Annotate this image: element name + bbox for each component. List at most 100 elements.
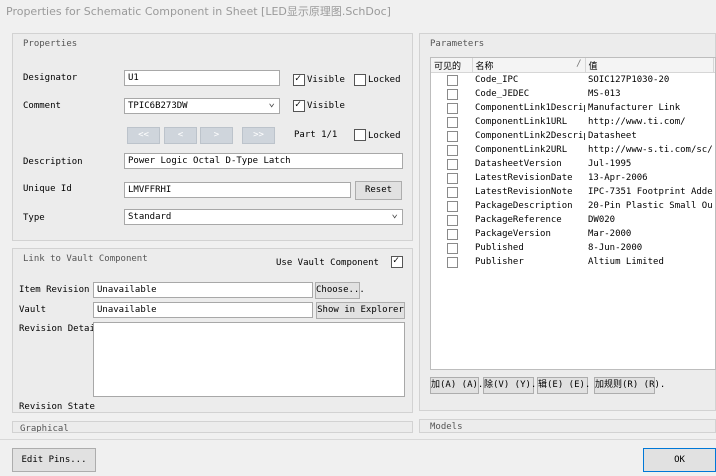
parameter-row[interactable]: PackageDescription 20-Pin Plastic Small O…	[431, 199, 715, 213]
parameter-visible-cell	[431, 241, 472, 255]
parameter-row[interactable]: DatasheetVersionJul-1995STRING	[431, 157, 715, 171]
parameter-visible-checkbox[interactable]	[447, 116, 458, 128]
parameter-value: 20-Pin Plastic Small Outline	[588, 201, 713, 211]
parameter-value: DW020	[588, 215, 616, 225]
parameter-visible-checkbox[interactable]	[447, 214, 458, 226]
parameters-header-row: 可见的 名称/ 值 类型	[431, 58, 715, 73]
parameters-table: 可见的 名称/ 值 类型 Code_IPCSOIC127P1030-20STRI…	[431, 58, 715, 269]
prev-part-button[interactable]: <	[164, 127, 197, 144]
choose-button[interactable]: Choose...	[315, 282, 365, 299]
designator-visible-label: Visible	[307, 75, 345, 85]
parameter-visible-checkbox[interactable]	[447, 102, 458, 114]
parameter-visible-checkbox[interactable]	[447, 200, 458, 212]
designator-visible-checkbox[interactable]	[293, 73, 305, 86]
parameter-name: Published	[475, 243, 524, 253]
parameter-row[interactable]: ComponentLink1DescriptionManufacturer Li…	[431, 101, 715, 115]
designator-locked-checkbox[interactable]	[354, 74, 366, 86]
designator-label: Designator	[23, 73, 78, 83]
sort-icon: /	[576, 58, 582, 69]
parameter-visible-checkbox[interactable]	[447, 144, 458, 156]
parameter-name: PackageReference	[475, 215, 562, 225]
item-revision-input[interactable]: Unavailable	[93, 282, 313, 298]
description-label: Description	[23, 157, 83, 167]
parameter-name: LatestRevisionDate	[475, 173, 573, 183]
visible-column-header[interactable]: 可见的	[431, 58, 473, 73]
parameter-row[interactable]: PackageVersionMar-2000STRING	[431, 227, 715, 241]
add-rule-button[interactable]: 加规则(R) (R).	[594, 377, 665, 394]
parameter-row[interactable]: Published8-Jun-2000STRING	[431, 241, 715, 255]
parameter-visible-checkbox[interactable]	[447, 242, 458, 254]
parameter-visible-checkbox[interactable]	[447, 186, 458, 198]
parameter-name: PackageVersion	[475, 229, 551, 239]
parameter-visible-checkbox[interactable]	[447, 130, 458, 142]
item-revision-label: Item Revision	[19, 285, 90, 295]
parameter-visible-cell	[431, 101, 472, 115]
name-column-header[interactable]: 名称 /	[472, 58, 586, 73]
models-section-title: Models	[430, 422, 463, 432]
type-label: Type	[23, 213, 45, 223]
parameter-value: Jul-1995	[588, 159, 632, 169]
parameter-visible-checkbox[interactable]	[447, 74, 458, 86]
parameter-row[interactable]: Code_JEDECMS-013STRING	[431, 87, 715, 101]
parameter-visible-cell	[431, 171, 472, 185]
vault-input[interactable]: Unavailable	[93, 302, 313, 318]
designator-input[interactable]: U1	[124, 70, 280, 86]
parameter-row[interactable]: ComponentLink2URL http://www-s.ti.com/sc/…	[431, 143, 715, 157]
comment-visible-checkbox[interactable]	[293, 99, 305, 112]
revision-details-textarea[interactable]	[93, 322, 405, 397]
vault-section-title: Link to Vault Component	[23, 254, 148, 264]
graphical-section-title: Graphical	[20, 424, 69, 432]
edit-pins-button[interactable]: Edit Pins...	[12, 448, 96, 472]
parameter-name: ComponentLink2Description	[475, 131, 585, 141]
add-parameter-button[interactable]: 加(A) (A).	[430, 377, 483, 394]
revision-state-label: Revision State	[19, 402, 95, 412]
use-vault-label: Use Vault Component	[276, 258, 379, 268]
parameter-visible-cell	[431, 115, 472, 129]
parameter-row[interactable]: ComponentLink1URLhttp://www.ti.com/STRIN…	[431, 115, 715, 129]
unique-id-input[interactable]: LMVFFRHI	[124, 182, 351, 198]
edit-parameter-button[interactable]: 辑(E) (E).	[537, 377, 590, 394]
reset-button[interactable]: Reset	[355, 181, 402, 200]
parameter-value: SOIC127P1030-20	[588, 75, 670, 85]
parameter-row[interactable]: PackageReferenceDW020STRING	[431, 213, 715, 227]
parameter-value: 8-Jun-2000	[588, 243, 643, 253]
parameter-row[interactable]: Code_IPCSOIC127P1030-20STRING	[431, 73, 715, 88]
parameter-value: MS-013	[588, 89, 621, 99]
parameter-visible-cell	[431, 87, 472, 101]
parameter-name: ComponentLink2URL	[475, 145, 568, 155]
parameter-visible-checkbox[interactable]	[447, 158, 458, 170]
parameter-value: Datasheet	[588, 131, 637, 141]
parameter-visible-checkbox[interactable]	[447, 88, 458, 100]
parameter-row[interactable]: LatestRevisionNote IPC-7351 Footprint Add…	[431, 185, 715, 199]
ok-button[interactable]: OK	[643, 448, 716, 472]
next-part-button[interactable]: >	[200, 127, 233, 144]
graphical-panel	[12, 421, 413, 433]
parameter-row[interactable]: ComponentLink2DescriptionDatasheetSTRING	[431, 129, 715, 143]
parameter-visible-cell	[431, 213, 472, 227]
remove-parameter-button[interactable]: 除(V) (Y).	[483, 377, 536, 394]
parameter-name: DatasheetVersion	[475, 159, 562, 169]
parameter-visible-checkbox[interactable]	[447, 256, 458, 268]
parameter-name: ComponentLink1Description	[475, 103, 585, 113]
value-column-header[interactable]: 值	[585, 58, 714, 73]
parameter-visible-cell	[431, 227, 472, 241]
show-in-explorer-button[interactable]: Show in Explorer	[316, 302, 405, 319]
type-dropdown[interactable]: Standard	[124, 209, 403, 225]
first-part-button[interactable]: <<	[127, 127, 160, 144]
part-locked-checkbox[interactable]	[354, 129, 366, 141]
comment-visible-label: Visible	[307, 101, 345, 111]
parameter-visible-cell	[431, 255, 472, 269]
parameter-row[interactable]: LatestRevisionDate13-Apr-2006STRING	[431, 171, 715, 185]
parameter-row[interactable]: PublisherAltium LimitedSTRING	[431, 255, 715, 269]
comment-dropdown[interactable]: TPIC6B273DW	[124, 98, 280, 114]
parameter-visible-checkbox[interactable]	[447, 172, 458, 184]
description-input[interactable]: Power Logic Octal D-Type Latch	[124, 153, 403, 169]
parameter-visible-checkbox[interactable]	[447, 228, 458, 240]
last-part-button[interactable]: >>	[242, 127, 275, 144]
footer-divider	[0, 439, 716, 440]
parameter-name: Code_IPC	[475, 75, 519, 85]
parameter-value: http://www.ti.com/	[588, 117, 686, 127]
part-locked-label: Locked	[368, 131, 401, 141]
parameters-grid[interactable]: 可见的 名称/ 值 类型 Code_IPCSOIC127P1030-20STRI…	[430, 57, 716, 370]
use-vault-checkbox[interactable]	[391, 255, 403, 268]
